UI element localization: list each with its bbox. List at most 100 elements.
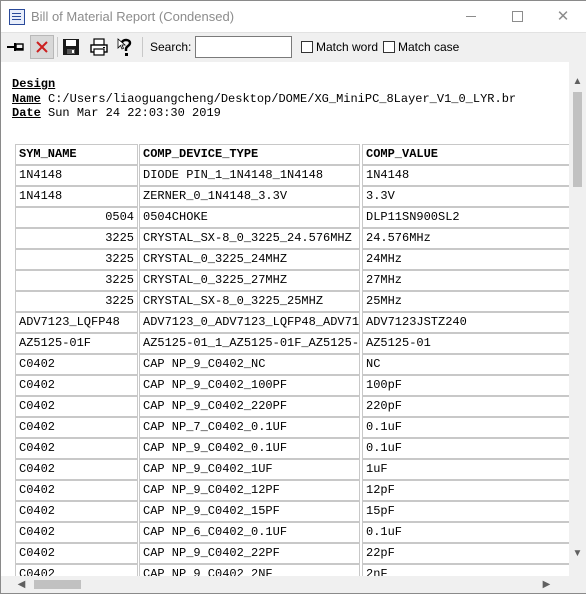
scroll-right-arrow-icon[interactable]: ▶: [538, 576, 555, 593]
search-label: Search:: [150, 40, 192, 54]
date-label: Date: [12, 106, 41, 120]
bom-report-window: Bill of Material Report (Condensed) ✕ Se…: [0, 0, 586, 594]
toolbar: Search: Match word Match case: [1, 32, 586, 63]
table-row: 3225 CRYSTAL_0_3225_24MHZ 24MHz: [13, 249, 569, 270]
table-row: 0504 0504CHOKE DLP11SN900SL2: [13, 207, 569, 228]
pin-icon: [7, 43, 24, 51]
match-word-checkbox[interactable]: [301, 41, 313, 53]
table-header-row: SYM_NAME COMP_DEVICE_TYPE COMP_VALUE: [13, 144, 569, 165]
window-title: Bill of Material Report (Condensed): [31, 9, 235, 24]
cell-comp-device-type: CAP NP_9_C0402_22PF: [139, 543, 360, 564]
cell-sym-name: C0402: [15, 354, 138, 375]
cell-comp-value: ADV7123JSTZ240: [362, 312, 569, 333]
vertical-scrollbar[interactable]: ▲ ▼: [569, 62, 586, 576]
cell-comp-device-type: CAP NP_9_C0402_1UF: [139, 459, 360, 480]
cell-comp-device-type: CAP NP_6_C0402_0.1UF: [139, 522, 360, 543]
match-case-checkbox[interactable]: [383, 41, 395, 53]
cell-comp-value: NC: [362, 354, 569, 375]
cell-sym-name: C0402: [15, 459, 138, 480]
close-window-button[interactable]: ✕: [540, 1, 586, 32]
cell-comp-value: 24.576MHz: [362, 228, 569, 249]
table-row: ADV7123_LQFP48 ADV7123_0_ADV7123_LQFP48_A…: [13, 312, 569, 333]
cell-comp-value: 0.1uF: [362, 438, 569, 459]
design-path: C:/Users/liaoguangcheng/Desktop/DOME/XG_…: [48, 92, 517, 106]
cell-comp-value: DLP11SN900SL2: [362, 207, 569, 228]
cell-sym-name: C0402: [15, 375, 138, 396]
cell-sym-name: C0402: [15, 543, 138, 564]
column-header-sym-name: SYM_NAME: [15, 144, 138, 165]
cell-comp-value: 15pF: [362, 501, 569, 522]
cell-comp-value: 0.1uF: [362, 522, 569, 543]
printer-icon: [90, 38, 108, 56]
name-label: Name: [12, 92, 41, 106]
pin-button[interactable]: [4, 35, 28, 59]
vertical-scroll-thumb[interactable]: [573, 92, 582, 187]
context-help-button[interactable]: [114, 35, 138, 59]
cell-comp-value: 25MHz: [362, 291, 569, 312]
table-row: 3225 CRYSTAL_SX-8_0_3225_24.576MHZ 24.576M…: [13, 228, 569, 249]
save-button[interactable]: [59, 35, 83, 59]
print-button[interactable]: [87, 35, 111, 59]
cell-comp-device-type: CRYSTAL_0_3225_27MHZ: [139, 270, 360, 291]
cell-comp-device-type: CAP NP_9_C0402_12PF: [139, 480, 360, 501]
design-label: Design: [12, 77, 56, 91]
minimize-icon: [466, 16, 476, 17]
cell-sym-name: C0402: [15, 396, 138, 417]
match-word-label[interactable]: Match word: [316, 40, 378, 54]
table-row: 3225 CRYSTAL_0_3225_27MHZ 27MHz: [13, 270, 569, 291]
horizontal-scrollbar[interactable]: ◀ ▶: [1, 576, 569, 593]
cell-comp-value: 220pF: [362, 396, 569, 417]
scroll-up-arrow-icon[interactable]: ▲: [569, 73, 586, 90]
close-icon: [36, 41, 48, 53]
cell-sym-name: 0504: [15, 207, 138, 228]
table-row: C0402 CAP NP_9_C0402_220PF 220pF: [13, 396, 569, 417]
cell-comp-device-type: CAP NP_7_C0402_0.1UF: [139, 417, 360, 438]
match-case-label[interactable]: Match case: [398, 40, 459, 54]
cell-comp-device-type: CRYSTAL_SX-8_0_3225_25MHZ: [139, 291, 360, 312]
scroll-down-arrow-icon[interactable]: ▼: [569, 545, 586, 562]
design-header: Design: [12, 77, 55, 92]
table-row: C0402 CAP NP_7_C0402_0.1UF 0.1uF: [13, 417, 569, 438]
cell-comp-value: 27MHz: [362, 270, 569, 291]
title-bar[interactable]: Bill of Material Report (Condensed) ✕: [1, 1, 586, 32]
cell-comp-value: 22pF: [362, 543, 569, 564]
toolbar-separator: [57, 37, 58, 57]
table-row: 1N4148 DIODE PIN_1_1N4148_1N4148 1N4148: [13, 165, 569, 186]
cell-comp-device-type: CAP NP_9_C0402_220PF: [139, 396, 360, 417]
report-app-icon: [9, 9, 25, 25]
close-report-button[interactable]: [30, 35, 54, 59]
cell-comp-value: 0.1uF: [362, 417, 569, 438]
cell-sym-name: C0402: [15, 522, 138, 543]
context-help-icon: [117, 38, 132, 56]
cell-comp-device-type: ZERNER_0_1N4148_3.3V: [139, 186, 360, 207]
table-row: C0402 CAP NP_9_C0402_22PF 22pF: [13, 543, 569, 564]
report-content[interactable]: Design Name C:/Users/liaoguangcheng/Desk…: [1, 62, 569, 576]
cell-sym-name: 3225: [15, 249, 138, 270]
cell-sym-name: AZ5125-01F: [15, 333, 138, 354]
cell-sym-name: C0402: [15, 564, 138, 576]
table-row: C0402 CAP NP_9_C0402_1UF 1uF: [13, 459, 569, 480]
cell-comp-value: 12pF: [362, 480, 569, 501]
cell-comp-value: AZ5125-01: [362, 333, 569, 354]
table-row: C0402 CAP NP_9_C0402_12PF 12pF: [13, 480, 569, 501]
cell-sym-name: 1N4148: [15, 165, 138, 186]
minimize-button[interactable]: [448, 1, 494, 32]
table-row: C0402 CAP NP_9_C0402_0.1UF 0.1uF: [13, 438, 569, 459]
date-header: Date Sun Mar 24 22:03:30 2019: [12, 106, 221, 121]
cell-comp-device-type: CRYSTAL_SX-8_0_3225_24.576MHZ: [139, 228, 360, 249]
cell-sym-name: 3225: [15, 291, 138, 312]
maximize-button[interactable]: [494, 1, 540, 32]
cell-comp-device-type: DIODE PIN_1_1N4148_1N4148: [139, 165, 360, 186]
cell-comp-device-type: CRYSTAL_0_3225_24MHZ: [139, 249, 360, 270]
cell-sym-name: C0402: [15, 501, 138, 522]
scroll-left-arrow-icon[interactable]: ◀: [13, 576, 30, 593]
table-row: 3225 CRYSTAL_SX-8_0_3225_25MHZ 25MHz: [13, 291, 569, 312]
table-row: C0402 CAP NP_9_C0402_2NF 2nF: [13, 564, 569, 576]
horizontal-scroll-thumb[interactable]: [34, 580, 81, 589]
table-row: C0402 CAP NP_9_C0402_15PF 15pF: [13, 501, 569, 522]
report-date: Sun Mar 24 22:03:30 2019: [48, 106, 221, 120]
search-input[interactable]: [195, 36, 292, 58]
cell-sym-name: C0402: [15, 438, 138, 459]
maximize-icon: [511, 11, 523, 22]
table-row: AZ5125-01F AZ5125-01_1_AZ5125-01F_AZ5125-…: [13, 333, 569, 354]
